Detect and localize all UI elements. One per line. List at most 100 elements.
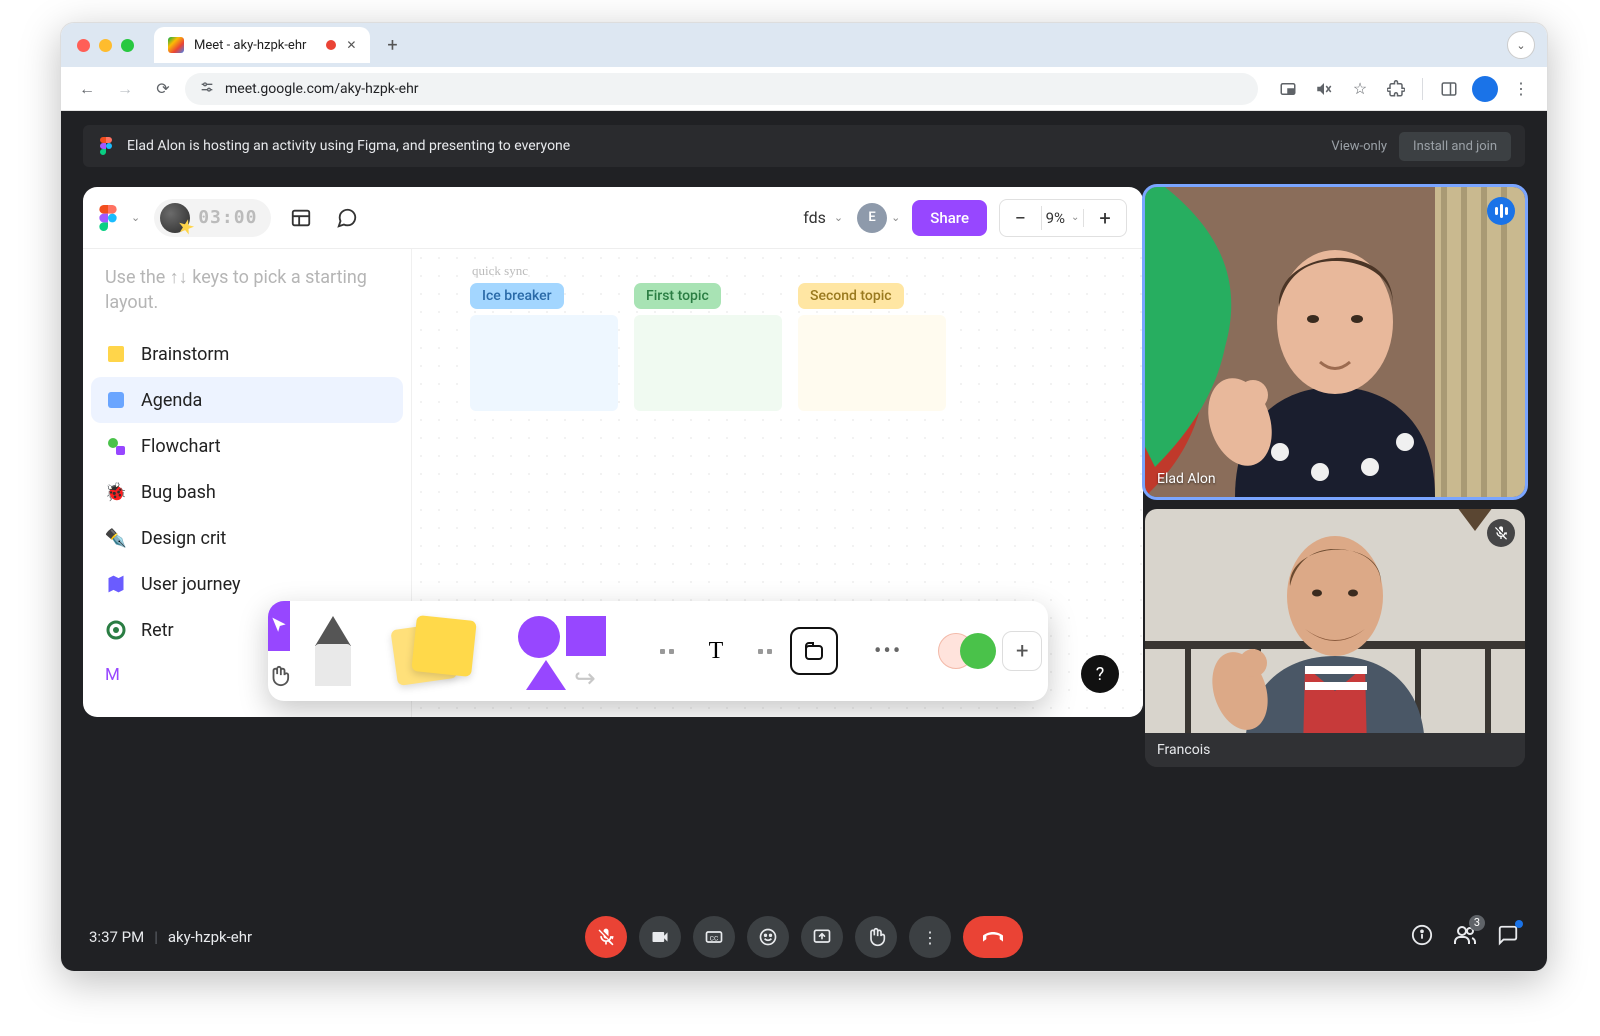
sidepanel-icon[interactable]	[1433, 73, 1465, 105]
collaborator-avatar[interactable]: E	[857, 203, 887, 233]
forward-button[interactable]: →	[109, 73, 141, 105]
camera-button[interactable]	[639, 916, 681, 958]
recording-indicator-icon	[326, 40, 336, 50]
select-tool[interactable]	[268, 601, 290, 651]
section-tool[interactable]	[790, 627, 838, 675]
file-title[interactable]: fds ⌄	[803, 208, 843, 227]
chevron-down-icon: ⌄	[834, 211, 843, 224]
figjam-toolbar: ↪ T •••	[268, 601, 1048, 701]
reactions-button[interactable]	[747, 916, 789, 958]
profile-button[interactable]	[1469, 73, 1501, 105]
url-input[interactable]: meet.google.com/aky-hzpk-ehr	[185, 73, 1258, 105]
agenda-icon	[105, 389, 127, 411]
participant-tiles: Elad Alon	[1145, 187, 1525, 767]
timer-widget[interactable]: 03:00	[154, 199, 271, 237]
tab-title: Meet - aky-hzpk-ehr	[194, 38, 306, 53]
mute-tab-icon[interactable]	[1308, 73, 1340, 105]
figma-menu-button[interactable]	[99, 205, 117, 231]
bug-icon: 🐞	[105, 481, 127, 503]
captions-button[interactable]: CC	[693, 916, 735, 958]
target-icon	[105, 619, 127, 641]
muted-icon	[1487, 519, 1515, 547]
activity-banner: Elad Alon is hosting an activity using F…	[83, 125, 1525, 167]
browser-window: Meet - aky-hzpk-ehr ✕ + ⌄ ← → ⟳ meet.goo…	[60, 22, 1548, 972]
chevron-down-icon[interactable]: ⌄	[891, 211, 900, 224]
canvas-column-second-topic[interactable]: Second topic	[798, 283, 946, 411]
close-tab-button[interactable]: ✕	[346, 38, 356, 52]
text-tool[interactable]: T	[692, 627, 740, 675]
close-window[interactable]	[77, 39, 90, 52]
sticky-note-tool[interactable]	[376, 601, 496, 701]
comment-icon[interactable]	[331, 202, 363, 234]
presentation-tile: ⌄ 03:00 fds ⌄ E ⌄	[83, 187, 1143, 717]
minimize-window[interactable]	[99, 39, 112, 52]
bookmark-icon[interactable]: ☆	[1344, 73, 1376, 105]
pip-icon[interactable]	[1272, 73, 1304, 105]
template-brainstorm[interactable]: Brainstorm	[91, 331, 403, 377]
canvas-title: quick sync	[472, 263, 528, 279]
browser-tab[interactable]: Meet - aky-hzpk-ehr ✕	[154, 27, 370, 63]
svg-text:CC: CC	[710, 934, 719, 942]
canvas-column-icebreaker[interactable]: Ice breaker	[470, 283, 618, 411]
window-controls[interactable]	[77, 39, 134, 52]
tab-strip: Meet - aky-hzpk-ehr ✕ + ⌄	[61, 23, 1547, 67]
back-button[interactable]: ←	[71, 73, 103, 105]
hangup-button[interactable]	[963, 916, 1023, 958]
url-text: meet.google.com/aky-hzpk-ehr	[225, 81, 419, 97]
clock: 3:37 PM	[89, 928, 144, 946]
install-button[interactable]: Install and join	[1399, 132, 1511, 161]
timer-icon	[160, 203, 190, 233]
template-flowchart[interactable]: Flowchart	[91, 423, 403, 469]
zoom-out-button[interactable]: −	[1000, 206, 1042, 230]
hand-tool[interactable]	[268, 651, 290, 701]
tab-search-button[interactable]: ⌄	[1507, 31, 1535, 59]
pencil-tool[interactable]	[290, 601, 376, 701]
layout-hint: Use the ↑↓ keys to pick a starting layou…	[91, 261, 403, 331]
site-settings-icon[interactable]	[199, 79, 215, 99]
meeting-code: aky-hzpk-ehr	[168, 928, 252, 946]
chat-notification-dot	[1515, 920, 1523, 928]
canvas-column-first-topic[interactable]: First topic	[634, 283, 782, 411]
new-tab-button[interactable]: +	[378, 31, 406, 59]
toolbar-right: ☆ ⋮	[1272, 73, 1537, 105]
zoom-level[interactable]: 9%⌄	[1042, 209, 1084, 227]
participant-name: Francois	[1157, 742, 1210, 758]
more-options-button[interactable]: ⋮	[909, 916, 951, 958]
brainstorm-icon	[105, 343, 127, 365]
raise-hand-button[interactable]	[855, 916, 897, 958]
add-sticker-button[interactable]: +	[1002, 631, 1042, 671]
figma-toolbar: ⌄ 03:00 fds ⌄ E ⌄	[83, 187, 1143, 249]
template-bug-bash[interactable]: 🐞Bug bash	[91, 469, 403, 515]
chevron-down-icon[interactable]: ⌄	[131, 211, 140, 224]
meet-bottom-bar: 3:37 PM | aky-hzpk-ehr CC ⋮ 3	[61, 901, 1547, 972]
shapes-tool[interactable]: ↪	[496, 601, 642, 701]
address-bar: ← → ⟳ meet.google.com/aky-hzpk-ehr ☆ ⋮	[61, 67, 1547, 111]
participant-tile-francois[interactable]: Francois	[1145, 509, 1525, 767]
template-design-crit[interactable]: ✒️Design crit	[91, 515, 403, 561]
meeting-info-button[interactable]	[1411, 924, 1433, 950]
microphone-button[interactable]	[585, 916, 627, 958]
flowchart-icon	[105, 435, 127, 457]
extensions-icon[interactable]	[1380, 73, 1412, 105]
pen-icon: ✒️	[105, 527, 127, 549]
menu-button[interactable]: ⋮	[1505, 73, 1537, 105]
more-tools[interactable]: •••	[856, 601, 920, 701]
zoom-in-button[interactable]: +	[1084, 206, 1126, 230]
sticker-icon[interactable]	[960, 633, 996, 669]
figma-icon	[97, 137, 115, 155]
layout-icon[interactable]	[285, 202, 317, 234]
chat-button[interactable]	[1497, 924, 1519, 950]
present-button[interactable]	[801, 916, 843, 958]
reload-button[interactable]: ⟳	[147, 73, 179, 105]
speaking-indicator-icon	[1487, 197, 1515, 225]
help-button[interactable]: ?	[1081, 655, 1119, 693]
meet-app: Elad Alon is hosting an activity using F…	[61, 111, 1547, 972]
view-only-label: View-only	[1331, 139, 1387, 154]
maximize-window[interactable]	[121, 39, 134, 52]
people-button[interactable]: 3	[1453, 923, 1477, 951]
participant-tile-elad[interactable]: Elad Alon	[1145, 187, 1525, 497]
share-button[interactable]: Share	[912, 200, 987, 236]
map-icon	[105, 573, 127, 595]
template-agenda[interactable]: Agenda	[91, 377, 403, 423]
zoom-controls: − 9%⌄ +	[999, 199, 1127, 237]
